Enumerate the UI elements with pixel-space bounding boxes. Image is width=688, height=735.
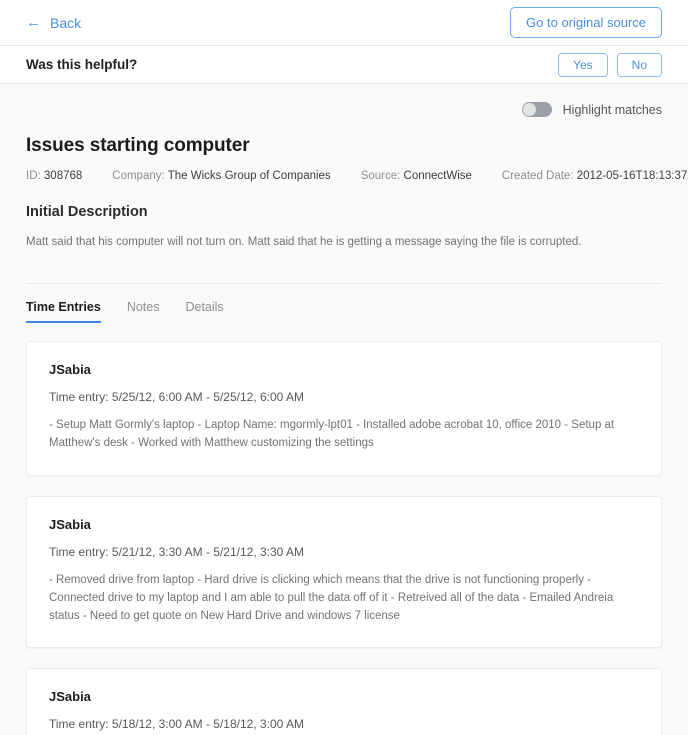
tab-time-entries[interactable]: Time Entries [26,300,101,324]
meta-id-value: 308768 [43,170,83,182]
time-entries-list: JSabia Time entry: 5/25/12, 6:00 AM - 5/… [26,341,662,735]
back-button-label: Back [50,14,82,31]
content-divider [26,283,662,285]
meta-source-value: ConnectWise [403,170,472,182]
tab-bar: Time Entries Notes Details [26,300,662,324]
meta-company-value: The Wicks Group of Companies [167,170,331,182]
time-entry-card[interactable]: JSabia Time entry: 5/25/12, 6:00 AM - 5/… [26,341,662,476]
meta-id: ID: 308768 [26,170,82,182]
time-entry-author: JSabia [49,689,91,705]
highlight-matches-label: Highlight matches [562,102,662,117]
feedback-buttons: Yes No [558,52,662,77]
meta-company: Company: The Wicks Group of Companies [112,170,330,182]
initial-description-heading: Initial Description [26,204,148,220]
feedback-bar: Was this helpful? Yes No [0,46,688,84]
initial-description-body: Matt said that his computer will not tur… [26,236,582,248]
go-to-original-source-button[interactable]: Go to original source [510,7,662,38]
top-bar: ← Back Go to original source [0,0,688,46]
time-entry-timestamp: Time entry: 5/21/12, 3:30 AM - 5/21/12, … [49,544,305,559]
arrow-left-icon: ← [26,14,41,31]
time-entry-author: JSabia [49,362,91,378]
meta-id-label: ID: [26,170,41,182]
ticket-metadata: ID: 308768 Company: The Wicks Group of C… [26,170,688,182]
highlight-matches-toggle[interactable] [521,102,552,117]
feedback-yes-button[interactable]: Yes [558,52,608,77]
time-entry-timestamp: Time entry: 5/18/12, 3:00 AM - 5/18/12, … [49,717,305,732]
time-entry-card[interactable]: JSabia Time entry: 5/18/12, 3:00 AM - 5/… [26,668,662,735]
feedback-no-button[interactable]: No [616,52,662,77]
meta-created-date-value: 2012-05-16T18:13:37Z [576,170,688,182]
time-entry-author: JSabia [49,516,91,532]
meta-source-label: Source: [360,170,401,182]
back-button[interactable]: ← Back [26,15,81,31]
time-entry-card[interactable]: JSabia Time entry: 5/21/12, 3:30 AM - 5/… [26,495,662,649]
meta-created-date: Created Date: 2012-05-16T18:13:37Z [502,170,688,182]
meta-source: Source: ConnectWise [361,170,472,182]
meta-company-label: Company: [112,170,165,182]
page-title: Issues starting computer [26,135,250,156]
meta-created-date-label: Created Date: [501,170,574,182]
time-entry-body: - Removed drive from laptop - Hard drive… [49,573,614,622]
tab-notes[interactable]: Notes [127,300,160,323]
time-entry-timestamp: Time entry: 5/25/12, 6:00 AM - 5/25/12, … [49,390,305,405]
time-entry-body: - Setup Matt Gormly's laptop - Laptop Na… [49,419,615,450]
feedback-question: Was this helpful? [26,57,138,72]
highlight-matches-row: Highlight matches [26,84,662,121]
main-content: Highlight matches Issues starting comput… [0,84,688,735]
tab-details[interactable]: Details [185,300,223,323]
toggle-knob [522,103,536,116]
